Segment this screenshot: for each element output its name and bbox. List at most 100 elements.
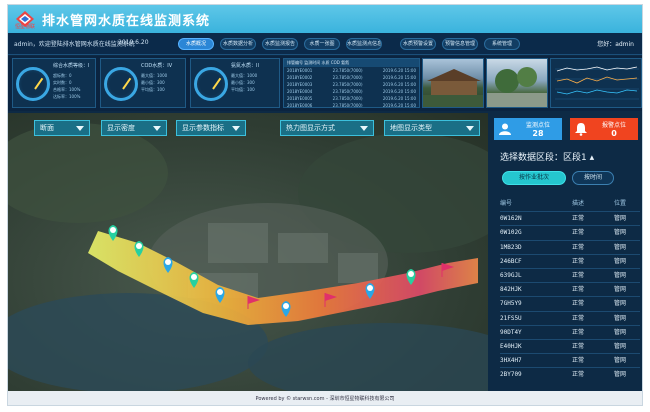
table-row: 2018YE0005 23.7850(7000) 2019.6.20 15:00 (284, 95, 419, 102)
cell-id: 842HJK (500, 286, 522, 294)
nav-system-admin[interactable]: 系统管理 (484, 38, 520, 50)
table-row[interactable]: 842HJK 正常 管网 (500, 282, 640, 296)
gauge-line: 最大值：1000 (141, 73, 168, 78)
filter-density-select[interactable]: 显示密度 (101, 120, 167, 136)
cell-id: 7GH5Y9 (500, 300, 522, 308)
building-icon (423, 69, 483, 107)
cell: 23.7850(7000) (332, 96, 363, 101)
table-row[interactable]: 0W162N 正常 管网 (500, 211, 640, 225)
cell: 2018YE0001 (287, 68, 313, 73)
section-select[interactable]: 选择数据区段：区段1 ▴ (500, 150, 594, 163)
filter-label: 显示参数指标 (182, 124, 224, 132)
nav-monitor-report[interactable]: 水质监测报告 (262, 38, 298, 50)
cell-id: 639GJL (500, 271, 522, 279)
gauge-dial (104, 67, 138, 101)
cell-location: 管网 (613, 314, 626, 322)
site-photo-1[interactable] (422, 58, 484, 108)
table-header: 编号 描述 位置 (500, 197, 640, 211)
gauge-card-ammonia: 氨氮水质：II 最大值：1000 最小值：300 平均值：100 (190, 58, 280, 108)
nav-data-analysis[interactable]: 水质数据分析 (220, 38, 256, 50)
filter-section-select[interactable]: 断面 (34, 120, 90, 136)
cell-location: 管网 (613, 357, 626, 365)
nav-warning-info[interactable]: 预警信息管理 (442, 38, 478, 50)
gauge-line: 达标率：100% (53, 94, 81, 99)
filter-heatmap-select[interactable]: 热力图显示方式 (280, 120, 374, 136)
gauge-line: 最大值：1000 (231, 73, 258, 78)
monitor-label: 监测点位 (525, 122, 550, 129)
cell-desc: 正常 (571, 271, 584, 279)
chevron-down-icon (153, 126, 161, 131)
gauge-line: 平均值：100 (141, 87, 165, 92)
section-title-label: 选择数据区段：区段1 (500, 153, 587, 163)
gauge-title: COD水质：IV (141, 63, 173, 69)
table-row[interactable]: 639GJL 正常 管网 (500, 267, 640, 282)
table-row[interactable]: 1MB23D 正常 管网 (500, 239, 640, 254)
user-label[interactable]: 您好：admin (597, 39, 634, 48)
nav-water-overview[interactable]: 水质概况 (178, 38, 214, 50)
nav-bar: admin，欢迎登陆排水管网水质在线监测系统 2019.6.20 水质概况 水质… (8, 33, 642, 55)
points-table: 编号 描述 位置 0W162N 正常 管网 0W102G 正常 管网 1MB23D 正常管… (500, 197, 640, 381)
map-canvas (8, 123, 488, 391)
header-id: 编号 (500, 200, 513, 207)
cell-location: 管网 (613, 271, 626, 279)
cell-desc: 正常 (571, 229, 584, 237)
by-time-button[interactable]: 按时间 (572, 171, 614, 185)
chevron-down-icon (360, 126, 368, 131)
cell-id: 2BY709 (500, 371, 522, 379)
alarm-count: 0 (611, 129, 617, 138)
table-row: 2018YE0001 23.7850(7000) 2019.6.20 15:00 (284, 67, 419, 74)
cell: 23.7850(7000) (332, 75, 363, 80)
cell-desc: 正常 (571, 215, 584, 223)
tree-icon (487, 67, 547, 107)
title-bar: 恒星物联 排水管网水质在线监测系统 (8, 5, 642, 33)
date-text: 2019.6.20 (118, 39, 149, 46)
table-row[interactable]: 0W102G 正常 管网 (500, 225, 640, 239)
cell-id: 90DT4Y (500, 328, 522, 336)
by-batch-button[interactable]: 按作业批次 (502, 171, 566, 185)
table-row[interactable]: 90DT4Y 正常 管网 (500, 324, 640, 339)
header-location: 位置 (613, 200, 626, 207)
cell: 2019.6.20 15:00 (382, 103, 416, 108)
cell-desc: 正常 (571, 257, 584, 265)
cell: 2018YE0002 (287, 75, 313, 80)
gauge-line: 合格率：100% (53, 87, 81, 92)
gauge-line: 最小值：300 (231, 80, 255, 85)
monitor-points-card[interactable]: 监测点位 28 (494, 118, 562, 140)
site-photo-2[interactable] (486, 58, 548, 108)
table-row[interactable]: 2BY709 正常 管网 (500, 367, 640, 381)
app-title: 排水管网水质在线监测系统 (42, 14, 211, 29)
table-row[interactable]: 7GH5Y9 正常 管网 (500, 296, 640, 310)
filter-indicator-select[interactable]: 显示参数指标 (176, 120, 246, 136)
nav-warning-settings[interactable]: 水质预警设置 (400, 38, 436, 50)
table-row: 2018YE0004 23.7850(7000) 2019.6.20 15:00 (284, 88, 419, 95)
table-row[interactable]: 3HX4H7 正常 管网 (500, 353, 640, 367)
gauge-line: 超标数：0 (53, 73, 72, 78)
cell-location: 管网 (613, 229, 626, 237)
filter-maptype-select[interactable]: 地图显示类型 (384, 120, 480, 136)
gauge-title: 氨氮水质：II (231, 63, 259, 69)
table-row[interactable]: 21FS5U 正常 管网 (500, 310, 640, 325)
cell-desc: 正常 (571, 243, 584, 251)
stats-strip: 综合水质等级：I 超标数：0 实时数：0 合格率：100% 达标率：100% C… (8, 56, 642, 111)
cell-desc: 正常 (571, 300, 584, 308)
satellite-map[interactable]: 断面 显示密度 显示参数指标 热力图显示方式 地图显示类型 (8, 113, 488, 391)
nav-water-map[interactable]: 水质一张图 (304, 38, 340, 50)
cell-id: 3HX4H7 (500, 357, 522, 365)
alarm-points-card[interactable]: 报警点位 0 (570, 118, 638, 140)
nav-monitor-points[interactable]: 水质监测点信息 (346, 38, 382, 50)
chevron-down-icon (232, 126, 240, 131)
table-row: 2018YE0002 23.7850(7000) 2019.6.20 15:00 (284, 74, 419, 81)
cell: 2018YE0006 (287, 103, 313, 108)
gauge-card-cod: COD水质：IV 最大值：1000 最小值：300 平均值：100 (100, 58, 186, 108)
filter-label: 地图显示类型 (390, 124, 432, 132)
table-row[interactable]: E40HJK 正常 管网 (500, 338, 640, 353)
cell: 2018YE0003 (287, 82, 313, 87)
filter-label: 显示密度 (107, 124, 135, 132)
table-row: 2018YE0006 23.7850(7000) 2019.6.20 15:00 (284, 102, 419, 108)
user-icon (499, 123, 511, 135)
cell-id: 1MB23D (500, 243, 522, 251)
cell: 23.7850(7000) (332, 103, 363, 108)
table-row[interactable]: 246BCF 正常 管网 (500, 253, 640, 268)
cell-location: 管网 (613, 243, 626, 251)
cell: 2018YE0005 (287, 96, 313, 101)
